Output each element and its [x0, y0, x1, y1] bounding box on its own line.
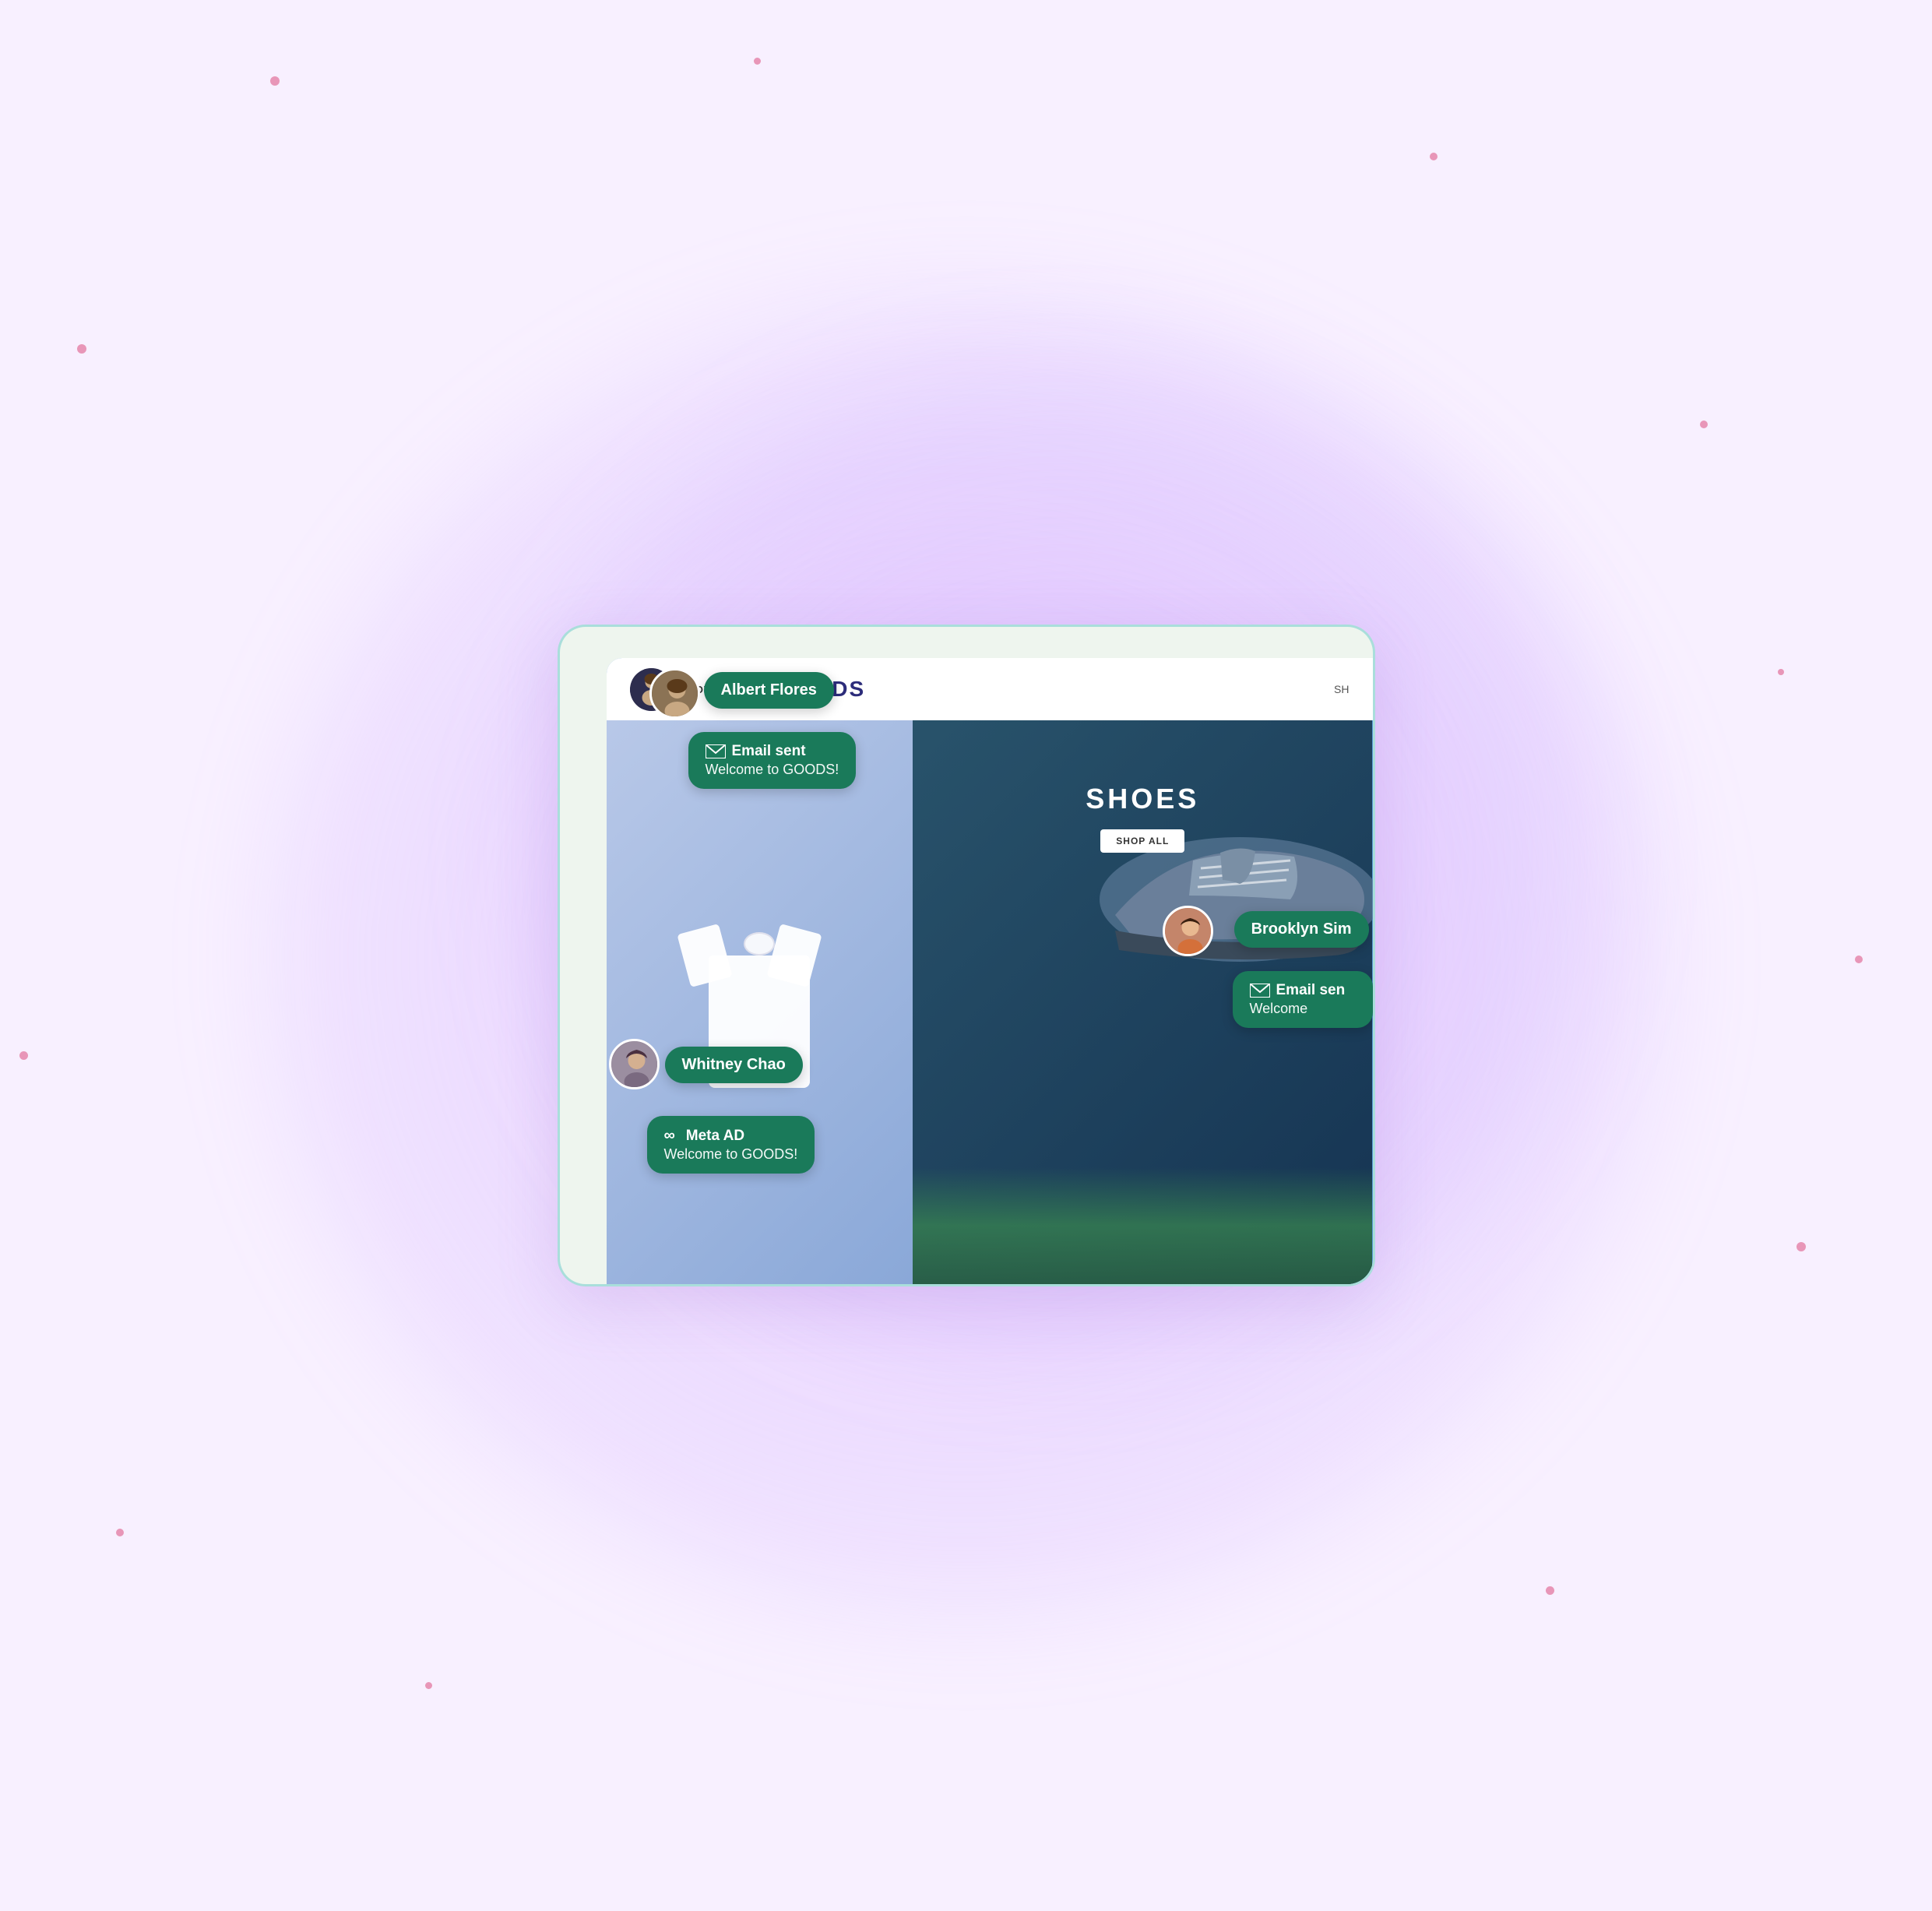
store-nav-link: SH: [1334, 683, 1349, 695]
shoe-illustration: [1068, 744, 1372, 993]
dot-12: [1855, 955, 1863, 963]
spotlight-logo-svg: [630, 668, 673, 711]
logo-circle: [630, 668, 673, 711]
dot-10: [425, 1682, 432, 1689]
dot-4: [77, 344, 86, 354]
shirt-body: [709, 955, 810, 1088]
shop-all-button[interactable]: SHOP ALL: [1100, 829, 1184, 853]
dot-1: [270, 76, 280, 86]
hero-left-panel: [607, 720, 913, 1284]
dot-9: [1546, 1586, 1554, 1595]
hero-right-panel: SHOES SHOP ALL: [913, 720, 1372, 1284]
leaves-area: [913, 1167, 1372, 1284]
store-logo: SPOTLIGHT: [630, 668, 745, 711]
store-header: SPOTLIGHT GOODS SH: [607, 658, 1373, 720]
dot-3: [1430, 153, 1438, 160]
shirt-collar: [744, 932, 775, 955]
spotlight-label: SPOTLIGHT: [681, 684, 745, 695]
shirt-illustration: [697, 917, 822, 1088]
dot-2: [754, 58, 761, 65]
dot-11: [1778, 669, 1784, 675]
dot-6: [19, 1051, 28, 1060]
dot-5: [1700, 421, 1708, 428]
dot-7: [1797, 1242, 1806, 1251]
browser-content: SPOTLIGHT GOODS SH SHOES SHOP AL: [607, 658, 1373, 1284]
store-nav-title: GOODS: [776, 677, 865, 702]
dot-8: [116, 1529, 124, 1536]
main-card: SPOTLIGHT GOODS SH SHOES SHOP AL: [558, 625, 1375, 1286]
hero-section: SHOES SHOP ALL: [607, 720, 1373, 1284]
shoes-title: SHOES: [1086, 783, 1199, 815]
